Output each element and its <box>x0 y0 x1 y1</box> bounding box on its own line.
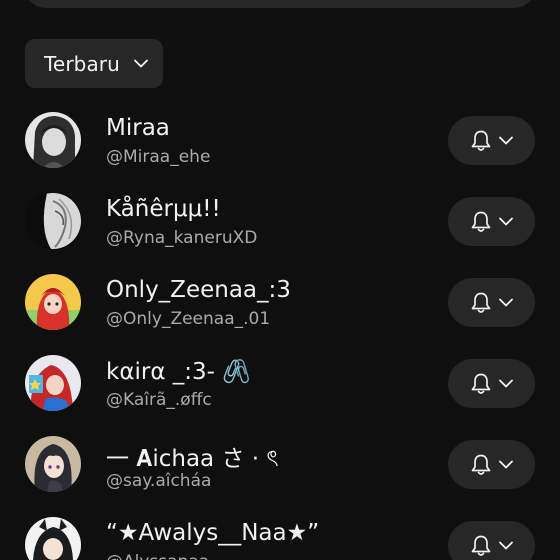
bell-icon <box>471 454 491 475</box>
subscription-row[interactable]: kαirα _:3- 🖇️ @Kaîrã_.øffc <box>0 343 560 424</box>
sort-label: Terbaru <box>44 51 120 76</box>
channel-avatar[interactable] <box>25 112 81 168</box>
subscription-row[interactable]: Miraa @Miraa_ehe <box>0 100 560 181</box>
channel-handle: @Kaîrã_.øffc <box>106 390 212 410</box>
notification-button[interactable] <box>448 521 535 560</box>
chevron-down-icon <box>134 59 148 68</box>
notification-button[interactable] <box>448 278 535 327</box>
bell-icon <box>471 535 491 556</box>
subscription-row[interactable]: “★Awalys__Naa★” @Alyssanaa <box>0 505 560 560</box>
search-bar[interactable] <box>24 0 536 8</box>
channel-name[interactable]: kαirα _:3- 🖇️ <box>106 358 251 385</box>
notification-button[interactable] <box>448 440 535 489</box>
bell-icon <box>471 130 491 151</box>
channel-handle: @Miraa_ehe <box>106 147 211 167</box>
channel-handle: @Alyssanaa <box>106 552 209 560</box>
channel-avatar[interactable] <box>25 436 81 492</box>
notification-button[interactable] <box>448 116 535 165</box>
bell-icon <box>471 292 491 313</box>
sort-dropdown-button[interactable]: Terbaru <box>25 39 163 88</box>
channel-name[interactable]: Kåñêrμμ!! <box>106 196 221 222</box>
bell-icon <box>471 373 491 394</box>
channel-handle: @Only_Zeenaa_.01 <box>106 309 271 329</box>
channel-avatar[interactable] <box>25 193 81 249</box>
channel-name[interactable]: Miraa <box>106 115 170 141</box>
channel-avatar[interactable] <box>25 355 81 411</box>
notification-button[interactable] <box>448 197 535 246</box>
chevron-down-icon <box>499 298 513 307</box>
channel-handle: @say.aîcháa <box>106 471 212 491</box>
chevron-down-icon <box>499 541 513 550</box>
chevron-down-icon <box>499 460 513 469</box>
channel-avatar[interactable] <box>25 274 81 330</box>
subscription-row[interactable]: 一 𝐀ichaa さ · ৎ @say.aîcháa <box>0 424 560 505</box>
channel-name[interactable]: Only_Zeenaa_:3 <box>106 277 291 303</box>
chevron-down-icon <box>499 379 513 388</box>
subscription-list: Miraa @Miraa_ehe Kåñêrμμ!! @Ryna_kaneruX… <box>0 100 560 560</box>
bell-icon <box>471 211 491 232</box>
chevron-down-icon <box>499 217 513 226</box>
subscriptions-screen: Terbaru Miraa @Miraa_ehe Kåñêrμμ!! @Ryna… <box>0 0 560 560</box>
channel-avatar[interactable] <box>25 517 81 560</box>
subscription-row[interactable]: Kåñêrμμ!! @Ryna_kaneruXD <box>0 181 560 262</box>
subscription-row[interactable]: Only_Zeenaa_:3 @Only_Zeenaa_.01 <box>0 262 560 343</box>
channel-handle: @Ryna_kaneruXD <box>106 228 258 248</box>
channel-name[interactable]: “★Awalys__Naa★” <box>106 520 319 546</box>
chevron-down-icon <box>499 136 513 145</box>
notification-button[interactable] <box>448 359 535 408</box>
